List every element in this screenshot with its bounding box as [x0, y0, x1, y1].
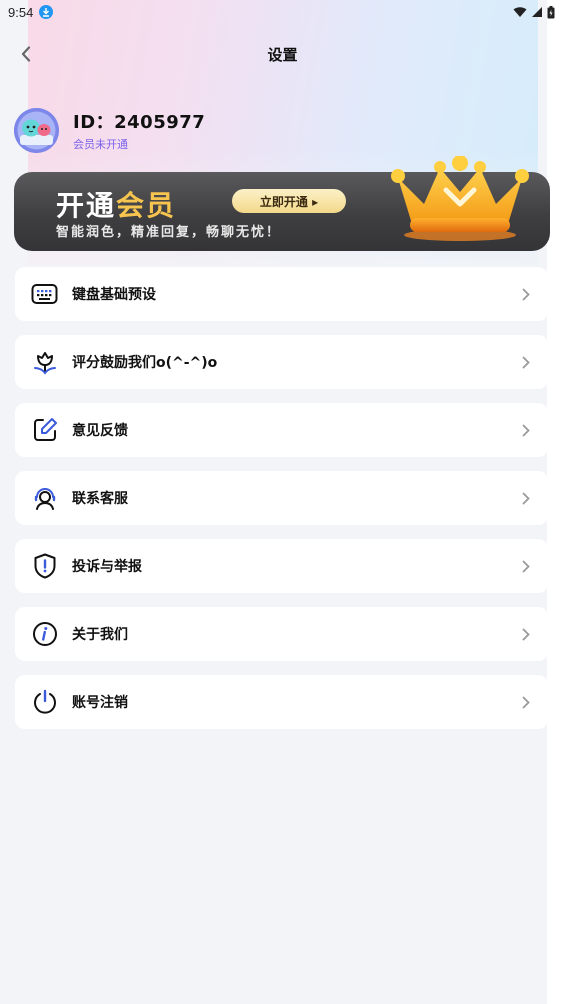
chevron-right-icon — [522, 627, 534, 641]
menu-item-label: 联系客服 — [72, 491, 128, 507]
vip-title-white: 开通 — [56, 189, 117, 222]
profile-section[interactable]: ID：2405977 会员未开通 — [14, 106, 205, 154]
menu-item-customer-service[interactable]: 联系客服 — [15, 471, 548, 525]
crown-icon — [391, 156, 529, 241]
user-info: ID：2405977 会员未开通 — [73, 108, 205, 152]
member-status: 会员未开通 — [73, 138, 128, 151]
menu-item-feedback[interactable]: 意见反馈 — [15, 403, 548, 457]
status-bar: 9:54 — [0, 0, 565, 24]
menu-item-rate-us[interactable]: 评分鼓励我们o(^-^)o — [15, 335, 548, 389]
user-id: ID：2405977 — [73, 112, 206, 133]
chevron-right-icon — [522, 423, 534, 437]
menu-item-about-us[interactable]: 关于我们 — [15, 607, 548, 661]
shield-alert-icon — [31, 553, 58, 580]
battery-icon — [547, 5, 555, 18]
signal-icon — [532, 7, 542, 17]
menu-item-label: 投诉与举报 — [72, 559, 142, 575]
power-icon — [31, 689, 58, 716]
chevron-right-icon — [522, 695, 534, 709]
open-vip-button[interactable]: 立即开通 ▸ — [232, 189, 346, 213]
chevron-right-icon — [522, 491, 534, 505]
back-button[interactable] — [12, 40, 40, 68]
wifi-icon — [513, 7, 527, 17]
chevron-left-icon — [21, 46, 31, 62]
menu-item-label: 关于我们 — [72, 627, 128, 643]
avatar[interactable] — [14, 107, 59, 153]
vip-title-gold: 会员 — [116, 189, 177, 222]
chevron-right-icon — [522, 287, 534, 301]
menu-item-keyboard-preset[interactable]: 键盘基础预设 — [15, 267, 548, 321]
menu-item-label: 评分鼓励我们o(^-^)o — [72, 355, 218, 371]
download-notification-icon — [39, 5, 54, 19]
menu-item-label: 键盘基础预设 — [72, 287, 156, 303]
menu-item-label: 账号注销 — [72, 695, 128, 711]
edit-icon — [31, 417, 58, 444]
vip-subtitle: 智能润色，精准回复，畅聊无忧！ — [56, 225, 282, 240]
info-icon — [31, 621, 58, 648]
menu-item-complaint[interactable]: 投诉与举报 — [15, 539, 548, 593]
status-time: 9:54 — [8, 4, 34, 20]
keyboard-icon — [31, 281, 58, 308]
top-bar: 设置 — [0, 36, 565, 72]
customer-service-icon — [31, 485, 58, 512]
chevron-right-icon — [522, 355, 534, 369]
flower-icon — [31, 349, 58, 376]
vip-title: 开通会员 — [56, 184, 176, 224]
menu-item-delete-account[interactable]: 账号注销 — [15, 675, 548, 729]
page-title: 设置 — [267, 45, 298, 64]
right-edge-strip — [547, 0, 565, 1004]
vip-banner[interactable]: 开通会员 立即开通 ▸ 智能润色，精准回复，畅聊无忧！ — [14, 156, 550, 251]
settings-menu: 键盘基础预设 评分鼓励我们o(^-^)o 意见反馈 联系客服 投诉与举报 关于我… — [15, 267, 548, 743]
chevron-right-icon — [522, 559, 534, 573]
menu-item-label: 意见反馈 — [72, 423, 128, 439]
